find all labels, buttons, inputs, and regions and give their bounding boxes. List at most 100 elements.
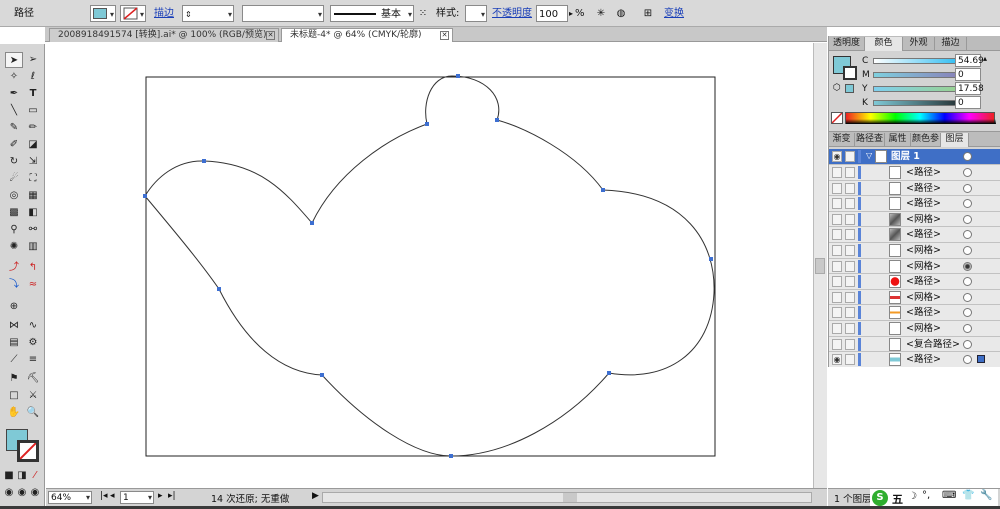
next-page-icon[interactable]: ▸: [158, 491, 163, 501]
eye-icon[interactable]: [832, 276, 842, 288]
layer-row-top[interactable]: ◉ ▽ 图层 1: [829, 149, 1000, 165]
layer-item-row[interactable]: <网格>: [829, 243, 1000, 259]
none-color-icon[interactable]: [831, 112, 843, 124]
layer-item-row[interactable]: <复合路径>: [829, 336, 1000, 353]
grid-icon[interactable]: ⁙: [416, 5, 430, 22]
close-icon[interactable]: ✕: [266, 31, 275, 40]
target-icon[interactable]: [963, 277, 972, 287]
lasso-icon[interactable]: ℓ: [24, 69, 42, 85]
target-icon[interactable]: [963, 230, 972, 240]
first-page-icon[interactable]: |◂: [100, 491, 108, 501]
perspective-grid-icon[interactable]: ▦: [24, 188, 42, 204]
wave-icon[interactable]: ∿: [24, 318, 42, 334]
warp-icon[interactable]: ☄: [5, 171, 23, 187]
prev-page-icon[interactable]: ◂: [110, 491, 115, 501]
gamut-swatch[interactable]: [845, 84, 854, 93]
live-paint-select-icon[interactable]: ⛏: [24, 371, 42, 387]
zoom-icon[interactable]: 🔍: [24, 405, 42, 421]
tab-pathfinder[interactable]: 路径查: [855, 133, 885, 147]
gradient-mode-icon[interactable]: ◨: [16, 468, 28, 484]
rotate-icon[interactable]: ↻: [5, 154, 23, 170]
pencil-icon[interactable]: ✏: [24, 120, 42, 136]
layer-item-row[interactable]: <网格>: [829, 289, 1000, 306]
target-icon[interactable]: [963, 183, 972, 193]
target-icon[interactable]: [963, 308, 972, 318]
anchor-point[interactable]: [607, 371, 611, 375]
layer-name[interactable]: 图层 1: [891, 150, 920, 163]
anchor-point[interactable]: [425, 122, 429, 126]
isolate-icon[interactable]: ◍: [614, 5, 628, 22]
convert-anchor-icon[interactable]: ↰: [24, 260, 42, 276]
none-mode-icon[interactable]: ⁄: [29, 468, 41, 484]
add-anchor-icon[interactable]: ⤴: [5, 260, 23, 276]
canvas[interactable]: [46, 43, 813, 488]
eye-icon[interactable]: [832, 245, 842, 256]
blob-brush-icon[interactable]: ✐: [5, 137, 23, 153]
tab-stroke[interactable]: 描边: [935, 37, 967, 51]
anchor-point[interactable]: [202, 159, 206, 163]
eye-icon[interactable]: [832, 167, 842, 178]
selected-art-indicator[interactable]: [977, 355, 985, 364]
anchor-point[interactable]: [449, 454, 453, 458]
layer-item-row[interactable]: <路径>: [829, 305, 1000, 321]
item-name[interactable]: <网格>: [906, 291, 941, 304]
wrench-icon[interactable]: 🔧: [980, 490, 992, 501]
eye-icon[interactable]: [832, 198, 842, 210]
close-icon[interactable]: ✕: [440, 31, 449, 40]
tab-layers[interactable]: 图层: [941, 133, 969, 147]
last-page-icon[interactable]: ▸|: [168, 491, 176, 501]
envelope-icon[interactable]: ⋈: [5, 318, 23, 334]
punctuation-icon[interactable]: °,: [922, 490, 930, 501]
eye-icon[interactable]: [832, 260, 842, 272]
anchor-point[interactable]: [143, 194, 147, 198]
lock-toggle[interactable]: [845, 167, 855, 178]
artboard-icon[interactable]: □: [5, 388, 23, 404]
lock-toggle[interactable]: [845, 291, 855, 303]
eye-icon[interactable]: [832, 291, 842, 303]
target-icon[interactable]: [963, 339, 972, 349]
lock-toggle[interactable]: [845, 323, 855, 334]
selection-arrow-icon[interactable]: ➤: [5, 52, 23, 68]
layer-item-row[interactable]: <网格>: [829, 211, 1000, 228]
draw-inside-icon[interactable]: ◉: [29, 485, 41, 501]
spin-up-icon[interactable]: ▴: [983, 54, 987, 63]
brush-profile-dropdown[interactable]: 基本 ▾: [330, 5, 414, 22]
twirl-icon[interactable]: ⚙: [24, 335, 42, 351]
direct-selection-icon[interactable]: ➢: [24, 52, 42, 68]
eye-icon[interactable]: [832, 338, 842, 350]
bars-icon[interactable]: ≡: [24, 352, 42, 368]
layer-item-row[interactable]: <路径>: [829, 165, 1000, 181]
lock-toggle[interactable]: [845, 245, 855, 256]
layer-item-row[interactable]: <路径>: [829, 196, 1000, 212]
anchor-point[interactable]: [310, 221, 314, 225]
opacity-input[interactable]: 100: [536, 5, 568, 22]
scale-icon[interactable]: ⇲: [24, 154, 42, 170]
lock-toggle[interactable]: [845, 338, 855, 350]
stroke-color-swatch[interactable]: ▾: [120, 5, 146, 22]
draw-behind-icon[interactable]: ◉: [16, 485, 28, 501]
lock-toggle[interactable]: [845, 229, 855, 241]
layer-item-row[interactable]: <路径>: [829, 274, 1000, 290]
draw-normal-icon[interactable]: ◉: [3, 485, 15, 501]
lock-toggle[interactable]: [845, 182, 855, 194]
item-name[interactable]: <路径>: [906, 166, 941, 179]
channel-k-value[interactable]: 0: [955, 96, 981, 109]
tab-color-guide[interactable]: 颜色参: [911, 133, 941, 147]
page-dropdown[interactable]: 1 ▾: [120, 491, 154, 504]
anchor-point[interactable]: [495, 118, 499, 122]
align-icon[interactable]: ⊞: [638, 5, 658, 22]
status-menu-icon[interactable]: ▶: [312, 491, 319, 501]
layer-item-row[interactable]: <路径>: [829, 227, 1000, 243]
layer-item-row[interactable]: <网格>: [829, 321, 1000, 337]
variable-width-field[interactable]: ▾: [242, 5, 324, 22]
transform-link[interactable]: 变换: [664, 5, 684, 22]
recolor-artwork-icon[interactable]: ✳: [592, 5, 610, 22]
symbol-sprayer-icon[interactable]: ✺: [5, 239, 23, 255]
channel-y-value[interactable]: 17.58: [955, 82, 984, 95]
item-name[interactable]: <路径>: [906, 275, 941, 288]
anchor-point[interactable]: [456, 74, 460, 78]
target-icon[interactable]: [963, 214, 972, 224]
target-icon[interactable]: [963, 246, 972, 255]
item-name[interactable]: <网格>: [906, 244, 941, 257]
item-name[interactable]: <路径>: [906, 197, 941, 210]
